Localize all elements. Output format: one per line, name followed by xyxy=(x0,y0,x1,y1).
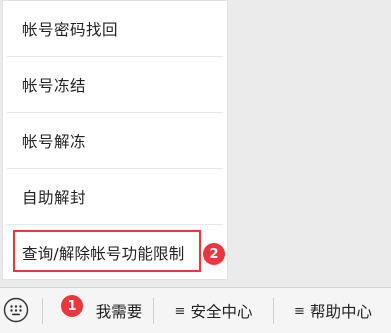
tab-help-center[interactable]: ≡ 帮助中心 xyxy=(275,288,391,333)
screen: 帐号密码找回 帐号冻结 帐号解冻 自助解封 查询/解除帐号功能限制 2 我需要 … xyxy=(0,0,391,333)
menu-item-label: 帐号冻结 xyxy=(22,77,87,95)
step-badge-1: 1 xyxy=(61,295,83,317)
keyboard-toggle-button[interactable] xyxy=(2,296,30,324)
bar-divider xyxy=(273,298,274,324)
menu-item-query-lift-restrictions[interactable]: 查询/解除帐号功能限制 xyxy=(3,225,227,281)
tab-label: 帮助中心 xyxy=(309,303,372,321)
menu-item-label: 自助解封 xyxy=(22,189,87,207)
keyboard-icon xyxy=(3,297,29,323)
tab-i-need[interactable]: 我需要 xyxy=(70,288,154,333)
bar-divider xyxy=(42,298,43,324)
menu-item-account-freeze[interactable]: 帐号冻结 xyxy=(3,57,227,113)
step-badge-2: 2 xyxy=(203,243,225,265)
bar-divider xyxy=(153,298,154,324)
bottom-menu-bar: 我需要 ≡ 安全中心 ≡ 帮助中心 xyxy=(0,287,391,333)
menu-item-label: 帐号密码找回 xyxy=(22,21,119,39)
menu-item-account-unfreeze[interactable]: 帐号解冻 xyxy=(3,113,227,169)
tab-label: 安全中心 xyxy=(190,303,253,321)
popup-menu: 帐号密码找回 帐号冻结 帐号解冻 自助解封 查询/解除帐号功能限制 xyxy=(2,0,228,280)
tab-label: 我需要 xyxy=(95,303,143,321)
menu-item-self-unban[interactable]: 自助解封 xyxy=(3,169,227,225)
menu-item-account-password-recovery[interactable]: 帐号密码找回 xyxy=(3,1,227,57)
menu-lines-icon: ≡ xyxy=(294,303,305,319)
tab-security-center[interactable]: ≡ 安全中心 xyxy=(155,288,272,333)
menu-item-label: 帐号解冻 xyxy=(22,133,87,151)
menu-item-label: 查询/解除帐号功能限制 xyxy=(22,245,185,263)
menu-lines-icon: ≡ xyxy=(174,303,186,319)
